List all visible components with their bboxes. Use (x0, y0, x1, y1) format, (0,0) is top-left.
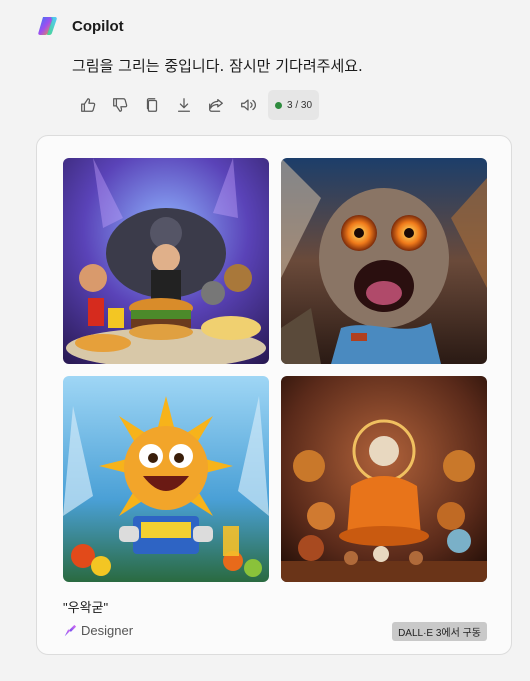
generated-image-2[interactable] (281, 158, 487, 364)
designer-label: Designer (81, 623, 134, 638)
app-name: Copilot (72, 17, 124, 35)
status-dot (275, 101, 282, 109)
powered-by-badge: DALL·E 3에서 구동 (392, 622, 487, 641)
generated-image-4-art (281, 376, 487, 582)
speaker-icon (241, 99, 257, 111)
image-caption: "우왁굳" (63, 600, 109, 615)
turn-counter: 3 / 30 (268, 90, 320, 120)
share-button[interactable] (200, 90, 232, 120)
turn-counter-text: 3 / 30 (287, 99, 313, 111)
generated-image-4[interactable] (281, 376, 487, 582)
like-button[interactable] (72, 90, 104, 120)
thumbs-up-icon (81, 98, 96, 112)
generated-image-1-art (63, 158, 269, 364)
generated-image-2-art (281, 158, 487, 364)
generated-image-3[interactable] (63, 376, 269, 582)
download-button[interactable] (168, 90, 200, 120)
message-action-bar: 3 / 30 (72, 90, 320, 120)
share-icon (209, 98, 223, 112)
copilot-logo-icon (38, 17, 57, 35)
generated-image-1[interactable] (63, 158, 269, 364)
assistant-message: 그림을 그리는 중입니다. 잠시만 기다려주세요. (72, 57, 363, 75)
designer-icon (64, 624, 77, 636)
chat-header: Copilot (36, 14, 124, 38)
download-icon (177, 98, 191, 112)
generated-image-3-art (63, 376, 269, 582)
dislike-button[interactable] (104, 90, 136, 120)
copy-button[interactable] (136, 90, 168, 120)
copy-icon (146, 98, 158, 112)
read-aloud-button[interactable] (232, 90, 264, 120)
image-result-card: "우왁굳" Designer DALL·E 3에서 구동 (36, 135, 512, 655)
thumbs-down-icon (113, 98, 128, 112)
designer-link[interactable]: Designer (63, 623, 133, 638)
